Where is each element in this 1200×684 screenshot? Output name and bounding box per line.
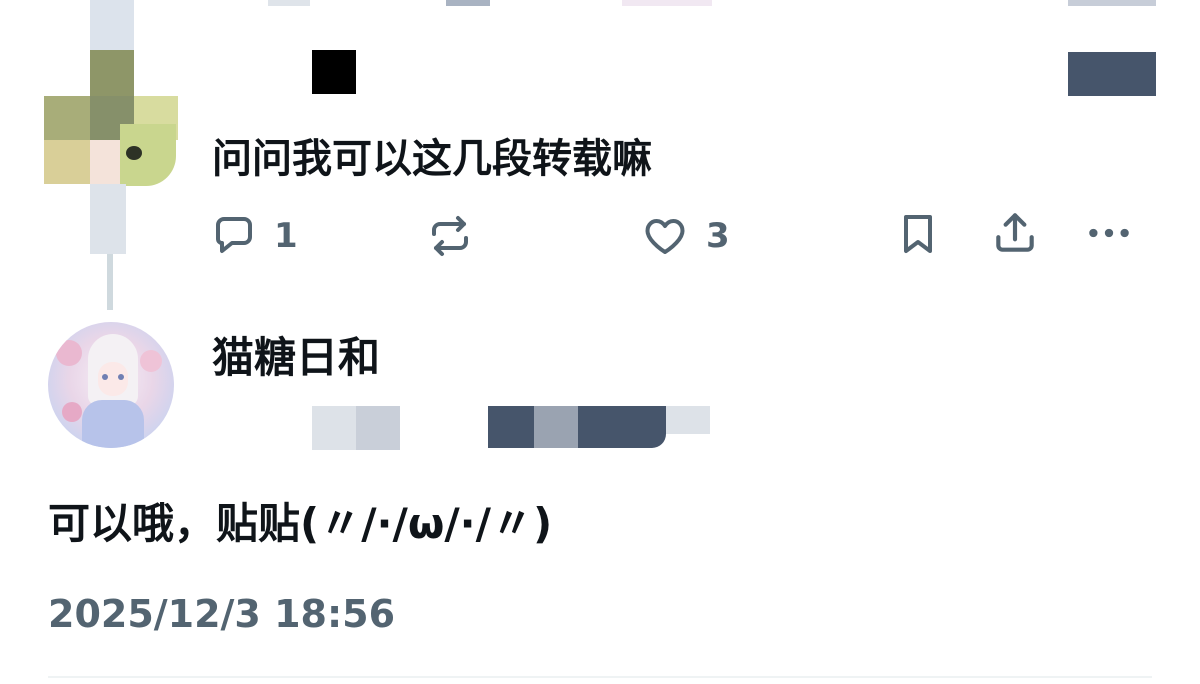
post-timestamp[interactable]: 2025/12/3 18:56 xyxy=(48,590,395,638)
divider xyxy=(48,676,1152,678)
redacted-block xyxy=(268,0,310,6)
redacted-block xyxy=(534,406,578,448)
avatar[interactable] xyxy=(44,0,178,260)
retweet-icon xyxy=(432,216,468,256)
redacted-block xyxy=(1068,52,1156,96)
like-count: 3 xyxy=(706,216,730,256)
author-name[interactable]: 猫糖日和 xyxy=(212,330,380,386)
reply-icon xyxy=(216,217,252,253)
redacted-block xyxy=(488,406,534,448)
redacted-block xyxy=(666,406,710,434)
more-icon xyxy=(1089,228,1129,238)
reply-count: 1 xyxy=(274,216,298,256)
like-icon xyxy=(645,219,685,254)
like-button[interactable]: 3 xyxy=(640,212,730,260)
avatar[interactable] xyxy=(48,322,174,448)
bookmark-button[interactable] xyxy=(894,210,942,258)
reply-text: 问问我可以这几段转载嘛 xyxy=(212,136,652,182)
post-text: 可以哦，贴贴(〃/·/ω/·/〃) xyxy=(48,499,553,548)
redacted-block xyxy=(622,0,712,6)
redacted-block xyxy=(312,406,356,450)
share-icon xyxy=(996,213,1034,252)
redacted-block xyxy=(578,406,666,448)
redacted-block xyxy=(356,406,400,450)
retweet-button[interactable] xyxy=(426,212,474,260)
more-button[interactable] xyxy=(1084,208,1134,258)
reply-button[interactable]: 1 xyxy=(210,212,298,260)
redacted-block xyxy=(1068,0,1156,6)
share-button[interactable] xyxy=(990,208,1040,258)
redacted-block xyxy=(312,50,356,94)
bookmark-icon xyxy=(904,215,932,253)
redacted-block xyxy=(446,0,490,6)
